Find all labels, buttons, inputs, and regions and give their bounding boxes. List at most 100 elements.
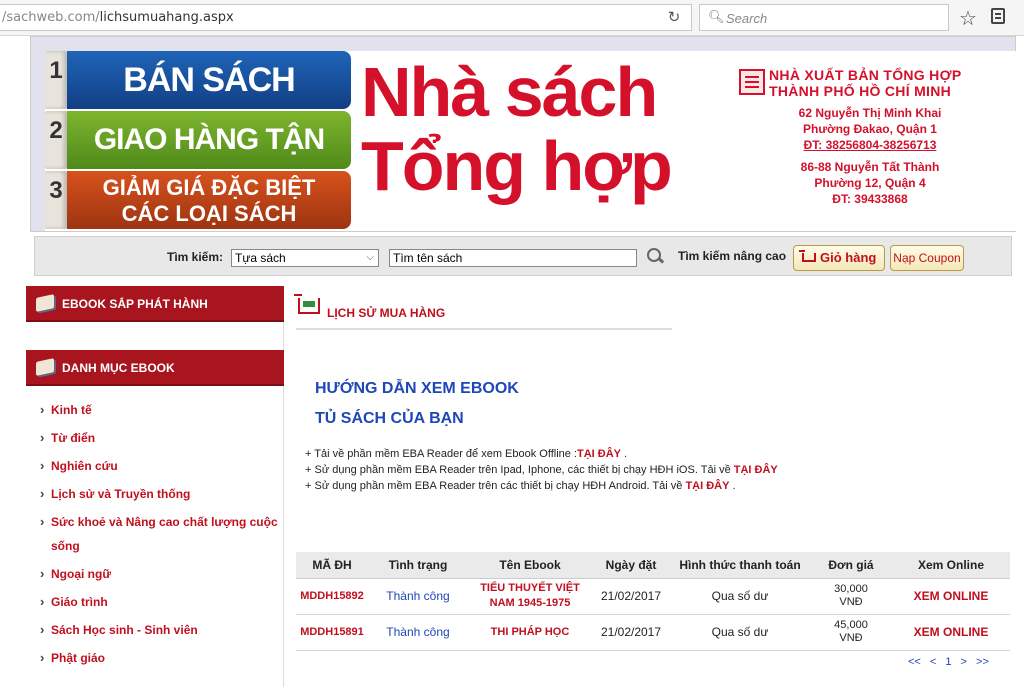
promo-online: 1 BÁN SÁCH ONLINE	[45, 51, 351, 157]
sidebar-head-upcoming[interactable]: EBOOK SẮP PHÁT HÀNH	[26, 286, 284, 322]
price-currency: VNĐ	[839, 632, 863, 644]
address-line: 86-88 Nguyễn Tất Thành	[800, 160, 940, 174]
order-code: MDDH15891	[296, 614, 368, 651]
column-header: MÃ ĐH	[296, 552, 368, 579]
url-text: /sachweb.com/lichsumuahang.aspx	[2, 10, 234, 25]
category-list: Kinh tế Từ điển Nghiên cứu Lịch sử và Tr…	[26, 398, 282, 674]
search-bar: Tìm kiếm: Tựa sách ⌵ Tìm tên sách Tìm ki…	[34, 236, 1012, 276]
price-amount: 45,000	[834, 619, 868, 631]
sidebar-head-label: DANH MỤC EBOOK	[62, 361, 175, 375]
pagination[interactable]: << < 1 > >>	[908, 656, 989, 668]
url-domain: /sachweb.com/	[2, 10, 100, 25]
sidebar-item-tu-dien[interactable]: Từ điển	[26, 426, 282, 450]
cart-button-label: Giỏ hàng	[820, 250, 877, 265]
search-icon: 🔍︎	[708, 9, 725, 24]
column-header: Đơn giá	[810, 552, 892, 579]
sidebar-item-ngoai-ngu[interactable]: Ngoại ngữ	[26, 562, 282, 586]
address-line: 62 Nguyễn Thị Minh Khai	[798, 106, 942, 120]
guide-line: + Sử dụng phần mềm EBA Reader trên các t…	[305, 478, 778, 494]
promo-discount: 3 GIẢM GIÁ ĐẶC BIỆT CÁC LOẠI SÁCH	[45, 171, 351, 229]
order-status: Thành công	[368, 578, 468, 615]
order-code: MDDH15892	[296, 578, 368, 615]
search-label: Tìm kiếm:	[167, 250, 224, 264]
address-line: Phường 12, Quận 4	[814, 176, 926, 190]
promo-delivery: 2 GIAO HÀNG TẬN NƠI	[45, 111, 351, 214]
promo-text: GIAO HÀNG TẬN NƠI	[67, 111, 351, 214]
url-path: lichsumuahang.aspx	[99, 10, 234, 25]
payment-method: Qua số dư	[670, 614, 810, 651]
view-online-link[interactable]: XEM ONLINE	[892, 578, 1010, 615]
reload-icon[interactable]: ↻	[662, 8, 686, 28]
sidebar-item-giao-trinh[interactable]: Giáo trình	[26, 590, 282, 614]
advanced-search-link[interactable]: Tìm kiếm nâng cao	[678, 249, 786, 263]
sidebar-item-kinh-te[interactable]: Kinh tế	[26, 398, 282, 422]
guide-line: + Sử dụng phần mềm EBA Reader trên Ipad,…	[305, 462, 778, 478]
ebook-title-line: NAM 1945-1975	[489, 597, 571, 609]
sidebar: EBOOK SẮP PHÁT HÀNH DANH MỤC EBOOK Kinh …	[26, 286, 284, 687]
column-header: Hình thức thanh toán	[670, 552, 810, 579]
column-header: Xem Online	[892, 552, 1010, 579]
unit-price: 30,000 VNĐ	[810, 578, 892, 615]
bookmark-star-icon[interactable]: ☆	[959, 6, 977, 31]
address-phone: ĐT: 39433868	[832, 192, 908, 206]
guide-text: + Sử dụng phần mềm EBA Reader trên các t…	[305, 480, 686, 492]
download-link-offline[interactable]: TẠI ĐÂY	[577, 448, 621, 460]
sidebar-item-suc-khoe[interactable]: Sức khoẻ và Nâng cao chất lượng cuộc sống	[26, 510, 282, 558]
promo-text: GIẢM GIÁ ĐẶC BIỆT CÁC LOẠI SÁCH	[67, 171, 351, 229]
search-type-select[interactable]: Tựa sách ⌵	[231, 249, 379, 267]
address-1: 62 Nguyễn Thị Minh Khai Phường Đakao, Qu…	[739, 105, 1001, 153]
unit-price: 45,000 VNĐ	[810, 614, 892, 651]
cart-icon	[799, 250, 816, 262]
browser-search-placeholder: Search	[726, 11, 768, 26]
url-bar[interactable]: /sachweb.com/lichsumuahang.aspx ↻	[0, 4, 692, 31]
price-currency: VNĐ	[839, 596, 863, 608]
sidebar-item-lich-su[interactable]: Lịch sử và Truyền thống	[26, 482, 282, 506]
browser-toolbar: /sachweb.com/lichsumuahang.aspx ↻ 🔍︎ Sea…	[0, 0, 1024, 36]
download-link-ios[interactable]: TẠI ĐÂY	[734, 464, 778, 476]
banner-inner: 1 BÁN SÁCH ONLINE 2 GIAO HÀNG TẬN NƠI 3 …	[45, 51, 1017, 231]
download-link-android[interactable]: TẠI ĐÂY	[685, 480, 729, 492]
promo-number: 1	[45, 51, 67, 109]
view-online-link[interactable]: XEM ONLINE	[892, 614, 1010, 651]
book-icon	[36, 358, 54, 376]
column-header: Ngày đặt	[592, 552, 670, 579]
guide-tail: .	[621, 448, 628, 460]
price-amount: 30,000	[834, 583, 868, 595]
sidebar-head-label: EBOOK SẮP PHÁT HÀNH	[62, 297, 208, 311]
promo-text-line: CÁC LOẠI SÁCH	[121, 201, 297, 226]
sidebar-item-label: sống	[51, 539, 80, 553]
guide-tail: .	[729, 480, 736, 492]
store-title: Nhà sách Tổng hợp	[361, 55, 761, 203]
address-line: Phường Đakao, Quận 1	[803, 122, 937, 136]
site-banner: 1 BÁN SÁCH ONLINE 2 GIAO HÀNG TẬN NƠI 3 …	[30, 36, 1017, 232]
cart-button[interactable]: Giỏ hàng	[793, 245, 885, 271]
search-input[interactable]: Tìm tên sách	[389, 249, 637, 267]
publisher-name-line: NHÀ XUẤT BẢN TỔNG HỢP	[769, 67, 962, 83]
main-content: LỊCH SỬ MUA HÀNG HƯỚNG DẪN XEM EBOOK TỦ …	[294, 286, 1016, 687]
store-title-line: Nhà sách	[361, 53, 658, 131]
sidebar-item-hoc-sinh[interactable]: Sách Học sinh - Sinh viên	[26, 618, 282, 642]
column-header: Tình trạng	[368, 552, 468, 579]
search-icon[interactable]	[647, 248, 663, 264]
ebook-title[interactable]: THI PHÁP HỌC	[468, 614, 592, 651]
sidebar-item-label: Sức khoẻ và Nâng cao chất lượng cuộc	[51, 515, 278, 529]
page: 1 BÁN SÁCH ONLINE 2 GIAO HÀNG TẬN NƠI 3 …	[26, 36, 1024, 687]
browser-search-field[interactable]: 🔍︎ Search	[699, 4, 949, 31]
reading-list-icon[interactable]	[991, 8, 1005, 24]
table-header-row: MÃ ĐH Tình trạng Tên Ebook Ngày đặt Hình…	[296, 552, 1010, 579]
address-phone: ĐT: 38256804-38256713	[803, 138, 937, 152]
ebook-title[interactable]: TIỂU THUYẾT VIỆT NAM 1945-1975	[468, 578, 592, 615]
book-icon	[36, 294, 54, 312]
shopping-cart-icon	[294, 294, 320, 314]
table-row: MDDH15891 Thành công THI PHÁP HỌC 21/02/…	[296, 614, 1010, 651]
order-date: 21/02/2017	[592, 578, 670, 615]
publisher-logo-icon	[739, 69, 765, 95]
sidebar-item-nghien-cuu[interactable]: Nghiên cứu	[26, 454, 282, 478]
sidebar-item-phat-giao[interactable]: Phật giáo	[26, 646, 282, 670]
promo-text: BÁN SÁCH ONLINE	[67, 51, 351, 157]
publisher-name-line: THÀNH PHỐ HỒ CHÍ MINH	[769, 83, 952, 99]
coupon-button[interactable]: Nạp Coupon	[890, 245, 964, 271]
order-status: Thành công	[368, 614, 468, 651]
order-history-table: MÃ ĐH Tình trạng Tên Ebook Ngày đặt Hình…	[296, 552, 1010, 651]
promo-text-line: GIẢM GIÁ ĐẶC BIỆT	[102, 175, 316, 200]
